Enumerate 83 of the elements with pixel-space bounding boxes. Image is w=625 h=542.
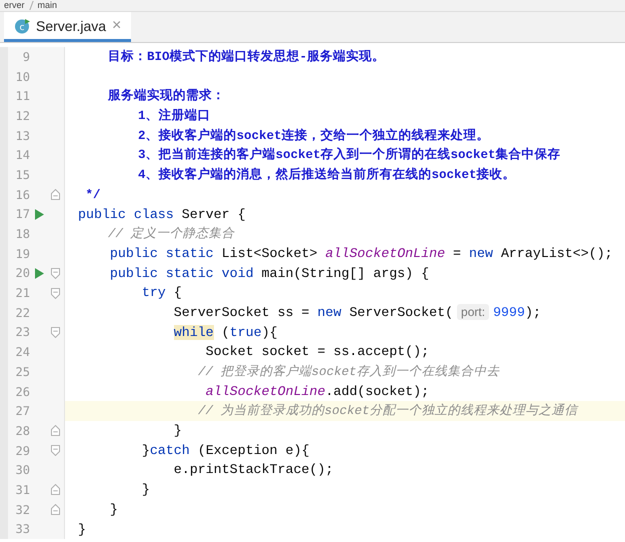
doc-comment: 3、把当前连接的客户端socket存入到一个所谓的在线socket集合中保存 xyxy=(137,148,561,162)
code-text: } xyxy=(140,442,150,458)
line-number: 31 xyxy=(14,482,30,497)
keyword: try xyxy=(140,285,167,300)
line-number: 20 xyxy=(14,266,30,280)
line-number: 24 xyxy=(14,345,30,360)
fold-icon[interactable] xyxy=(50,445,60,456)
code-text: } xyxy=(108,502,118,517)
code-text: .add(socket); xyxy=(325,384,430,399)
code-text: { xyxy=(174,285,182,300)
fold-icon[interactable] xyxy=(50,484,60,496)
number-literal: 9999 xyxy=(493,304,525,320)
doc-comment: 2、接收客户端的socket连接，交给一个独立的线程来处理。 xyxy=(137,128,490,143)
code-text: ); xyxy=(524,304,541,320)
line-number: 12 xyxy=(14,108,30,123)
line-number: 26 xyxy=(14,384,30,399)
breadcrumb-item[interactable]: main xyxy=(38,0,58,11)
fold-icon[interactable] xyxy=(50,288,60,299)
line-number: 17 xyxy=(14,207,30,222)
line-number: 25 xyxy=(14,364,30,379)
line-number: 21 xyxy=(14,286,30,300)
keyword: new xyxy=(469,246,494,261)
keyword: public static void xyxy=(108,266,255,281)
keyword: true xyxy=(230,324,262,340)
line-number: 16 xyxy=(14,188,30,202)
code-text: e.printStackTrace(); xyxy=(172,462,334,478)
line-number: 19 xyxy=(14,246,30,261)
code-text: Server { xyxy=(182,206,246,222)
code-text: ArrayList<>(); xyxy=(500,246,613,261)
line-number: 13 xyxy=(14,128,30,143)
fold-icon[interactable] xyxy=(50,425,60,436)
line-number: 33 xyxy=(14,522,30,536)
code-text: List<Socket> xyxy=(222,246,318,261)
code-text: main(String[] args) { xyxy=(262,266,430,281)
line-number: 10 xyxy=(14,70,30,84)
breadcrumb-item[interactable]: erver xyxy=(4,0,25,11)
java-class-icon: c xyxy=(14,18,30,34)
field-name: allSocketOnLine xyxy=(325,246,446,261)
code-text: ( xyxy=(220,324,230,340)
line-number: 15 xyxy=(14,168,30,182)
code-text: ServerSocket ss = xyxy=(172,304,310,320)
editor-tab[interactable]: c Server.java × xyxy=(4,12,132,42)
code-comment: // 为当前登录成功的socket分配一个独立的线程来处理与之通信 xyxy=(197,404,578,418)
line-number: 23 xyxy=(14,325,30,340)
doc-comment: 服务端实现的需求： xyxy=(106,89,226,104)
fold-icon[interactable] xyxy=(50,189,60,200)
doc-comment: 4、接收客户端的消息，然后推送给当前所有在线的socket接收。 xyxy=(137,168,516,182)
keyword: catch xyxy=(150,442,191,458)
code-text: } xyxy=(78,522,86,536)
code-text: (Exception e){ xyxy=(198,442,310,458)
code-text: } xyxy=(140,482,150,498)
code-comment: // 把登录的客户端socket存入到一个在线集合中去 xyxy=(197,365,500,379)
line-number: 11 xyxy=(14,89,30,104)
line-number: 9 xyxy=(22,50,30,64)
line-number: 27 xyxy=(14,404,30,418)
keyword: public class xyxy=(78,206,175,222)
line-number: 18 xyxy=(14,227,30,242)
code-text: ServerSocket( xyxy=(349,304,454,320)
doc-comment: */ xyxy=(84,188,101,202)
tab-label: Server.java xyxy=(36,18,106,34)
keyword: new xyxy=(317,304,342,320)
run-icon[interactable] xyxy=(34,268,44,279)
line-number: 28 xyxy=(14,424,30,438)
run-icon[interactable] xyxy=(34,208,44,220)
fold-icon[interactable] xyxy=(50,326,60,338)
code-text: Socket socket = ss.accept(); xyxy=(204,344,430,360)
parameter-hint: port: xyxy=(457,304,490,320)
fold-icon[interactable] xyxy=(50,504,60,516)
keyword: while xyxy=(174,324,214,340)
doc-comment: 目标：BIO模式下的端口转发思想-服务端实现。 xyxy=(107,50,386,64)
line-number: 14 xyxy=(14,148,30,162)
fold-icon[interactable] xyxy=(50,268,60,279)
line-number: 29 xyxy=(14,444,30,458)
code-comment: // 定义一个静态集合 xyxy=(107,227,235,242)
line-number: 30 xyxy=(14,463,30,478)
line-number: 22 xyxy=(14,306,30,320)
line-number: 32 xyxy=(14,502,30,517)
code-text: = xyxy=(452,246,462,261)
code-text: } xyxy=(172,423,182,438)
keyword: public static xyxy=(108,246,215,261)
code-text: ){ xyxy=(262,324,278,340)
field-name: allSocketOnLine xyxy=(204,384,326,399)
doc-comment: 1、注册端口 xyxy=(137,109,211,124)
